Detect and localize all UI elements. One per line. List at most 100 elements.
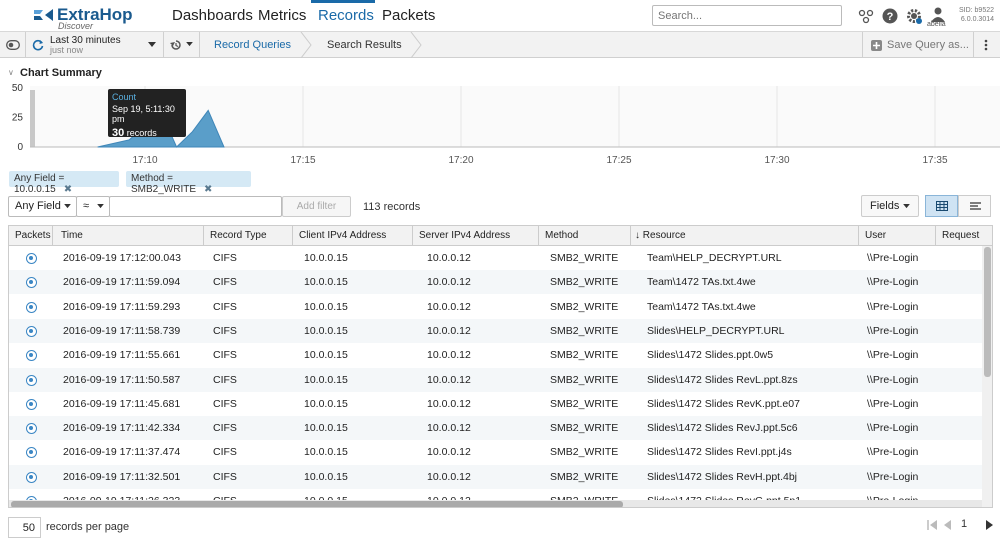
col-header-resource-label: Resource [642, 230, 686, 241]
fields-button[interactable]: Fields [861, 195, 919, 217]
operator-value: ≈ [83, 200, 90, 212]
packets-download-icon[interactable] [26, 471, 37, 483]
packets-download-icon[interactable] [26, 325, 37, 337]
breadcrumb-arrow [300, 32, 312, 58]
col-header-request[interactable]: Request [936, 226, 992, 246]
filter-chip[interactable]: Method = SMB2_WRITE ✖ [126, 171, 251, 195]
packets-download-icon[interactable] [26, 253, 37, 264]
remove-filter-icon[interactable]: ✖ [204, 184, 212, 195]
extrahop-logo[interactable]: ExtraHop Discover [33, 5, 143, 31]
refresh-icon[interactable] [32, 39, 44, 51]
table-row[interactable]: 2016-09-19 17:12:00.043 CIFS 10.0.0.15 10.0… [9, 246, 982, 270]
search-input[interactable] [652, 5, 842, 26]
vertical-scroll-thumb[interactable] [984, 247, 991, 377]
table-view-button[interactable] [925, 195, 958, 217]
nav-metrics[interactable]: Metrics [258, 7, 306, 24]
help-icon[interactable]: ? [882, 8, 898, 24]
plus-square-icon[interactable] [871, 40, 882, 51]
breadcrumb-record-queries[interactable]: Record Queries [214, 39, 291, 51]
col-header-resource[interactable]: ↓ Resource [631, 226, 859, 246]
cell-time: 2016-09-19 17:11:59.094 [63, 276, 181, 289]
toggle-view-icon[interactable] [6, 40, 20, 50]
table-row[interactable]: 2016-09-19 17:11:32.501 CIFS 10.0.0.15 10.0… [9, 464, 982, 489]
settings-gear-icon[interactable] [906, 8, 922, 24]
cell-user: \\Pre-Login [867, 446, 919, 459]
horizontal-scrollbar[interactable] [9, 500, 982, 507]
history-icon[interactable] [170, 39, 182, 51]
operator-select[interactable]: ≈ [76, 196, 110, 217]
add-filter-button[interactable]: Add filter [282, 196, 351, 217]
selection-edge [30, 90, 35, 147]
cell-server-ip: 10.0.0.12 [427, 446, 471, 459]
first-page-icon[interactable] [927, 520, 938, 530]
y-tick-label: 0 [17, 142, 23, 153]
collapse-chevron-icon[interactable]: ∨ [8, 68, 14, 77]
filter-chip[interactable]: Any Field = 10.0.0.15 ✖ [9, 171, 119, 195]
filter-chip-label: Any Field = 10.0.0.15 [14, 173, 65, 195]
cell-client-ip: 10.0.0.15 [304, 446, 348, 459]
packets-download-icon[interactable] [26, 447, 37, 459]
chart-summary-title: Chart Summary [20, 67, 102, 79]
cell-server-ip: 10.0.0.12 [427, 349, 471, 362]
nav-dashboards[interactable]: Dashboards [172, 7, 253, 24]
col-header-method[interactable]: Method [539, 226, 631, 246]
chevron-down-icon [903, 204, 910, 209]
table-row[interactable]: 2016-09-19 17:11:55.661 CIFS 10.0.0.15 10.0… [9, 343, 982, 367]
packets-download-icon[interactable] [26, 398, 37, 410]
packets-download-icon[interactable] [26, 350, 37, 362]
save-query-button[interactable]: Save Query as... [887, 39, 969, 51]
x-tick-label: 17:35 [922, 155, 947, 165]
table-grid-icon [936, 201, 948, 211]
nav-records[interactable]: Records [318, 7, 374, 24]
horizontal-scroll-thumb[interactable] [11, 501, 623, 507]
more-options-icon[interactable] [984, 39, 988, 51]
cell-client-ip: 10.0.0.15 [304, 276, 348, 289]
brand-sub: Discover [58, 21, 94, 31]
nav-packets[interactable]: Packets [382, 7, 435, 24]
table-row[interactable]: 2016-09-19 17:11:42.334 CIFS 10.0.0.15 10.0… [9, 416, 982, 441]
col-header-time[interactable]: Time [53, 226, 204, 246]
col-header-user[interactable]: User [859, 226, 936, 246]
remove-filter-icon[interactable]: ✖ [64, 184, 72, 195]
col-header-packets[interactable]: Packets [9, 226, 53, 246]
cell-time: 2016-09-19 17:11:45.681 [63, 397, 181, 410]
cell-time: 2016-09-19 17:11:58.739 [63, 324, 181, 337]
packets-download-icon[interactable] [26, 301, 37, 313]
table-row[interactable]: 2016-09-19 17:11:58.739 CIFS 10.0.0.15 10.0… [9, 318, 982, 343]
cell-resource: Slides\1472 Slides.ppt.0w5 [647, 349, 774, 362]
text-lines-icon [970, 202, 981, 210]
table-row[interactable]: 2016-09-19 17:11:37.474 CIFS 10.0.0.15 10.0… [9, 440, 982, 464]
text-view-button[interactable] [958, 195, 991, 217]
cell-client-ip: 10.0.0.15 [304, 422, 348, 435]
packets-download-icon[interactable] [26, 277, 37, 289]
chevron-down-icon [97, 204, 104, 209]
table-row[interactable]: 2016-09-19 17:11:59.293 CIFS 10.0.0.15 10.0… [9, 295, 982, 319]
time-dropdown-icon[interactable] [148, 42, 156, 48]
prev-page-icon[interactable] [943, 520, 952, 530]
next-page-icon[interactable] [985, 520, 994, 530]
user-name: abella [927, 21, 946, 28]
field-select[interactable]: Any Field [8, 196, 77, 217]
cell-user: \\Pre-Login [867, 373, 919, 386]
network-icon[interactable] [858, 8, 874, 24]
per-page-input[interactable]: 50 [8, 517, 41, 538]
per-page-label: records per page [46, 521, 130, 533]
cell-method: SMB2_WRITE [550, 470, 619, 483]
vertical-scrollbar[interactable] [982, 246, 992, 507]
packets-download-icon[interactable] [26, 423, 37, 435]
history-dropdown-icon[interactable] [186, 42, 193, 47]
packets-download-icon[interactable] [26, 374, 37, 386]
table-row[interactable]: 2016-09-19 17:11:45.681 CIFS 10.0.0.15 10.0… [9, 392, 982, 416]
table-row[interactable]: 2016-09-19 17:11:50.587 CIFS 10.0.0.15 10.0… [9, 367, 982, 392]
table-row[interactable]: 2016-09-19 17:11:59.094 CIFS 10.0.0.15 10.0… [9, 270, 982, 295]
col-header-client-ip[interactable]: Client IPv4 Address [293, 226, 413, 246]
tooltip-label: Count [112, 92, 137, 102]
cell-client-ip: 10.0.0.15 [304, 349, 348, 362]
cell-method: SMB2_WRITE [550, 252, 619, 264]
x-tick-label: 17:30 [764, 155, 789, 165]
user-avatar-icon[interactable] [930, 6, 946, 22]
svg-text:?: ? [887, 11, 894, 23]
col-header-record-type[interactable]: Record Type [204, 226, 293, 246]
col-header-server-ip[interactable]: Server IPv4 Address [413, 226, 539, 246]
filter-value-input[interactable] [109, 196, 282, 217]
